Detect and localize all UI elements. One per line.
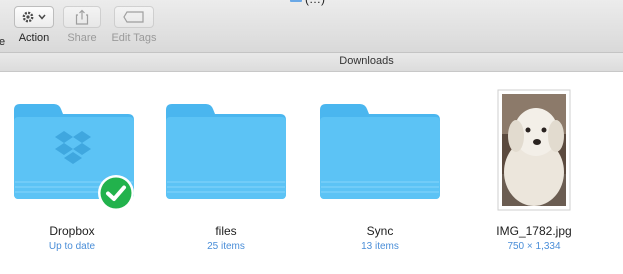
folder-title-icon <box>290 0 302 2</box>
file-subtitle: Up to date <box>48 241 96 252</box>
action-toolbar-item[interactable]: Action <box>13 6 55 44</box>
edit-tags-label: Edit Tags <box>111 32 157 44</box>
gear-icon <box>22 11 46 23</box>
share-toolbar-item[interactable]: Share <box>62 6 102 44</box>
file-subtitle: 750 × 1,334 <box>507 241 561 252</box>
file-item-files[interactable]: files 25 items <box>156 84 296 252</box>
file-name: Dropbox <box>49 224 95 238</box>
file-subtitle: 13 items <box>361 241 399 252</box>
file-name: IMG_1782.jpg <box>496 224 572 238</box>
file-item-img-1782[interactable]: IMG_1782.jpg 750 × 1,334 <box>464 84 604 252</box>
share-icon <box>75 9 89 25</box>
finder-toolbar: (…) e Action Share Edit Tags <box>0 0 623 53</box>
synced-check-badge-icon <box>98 175 134 211</box>
window-title: (…) <box>305 0 325 6</box>
folder-icon <box>320 104 440 199</box>
file-subtitle: 25 items <box>207 241 245 252</box>
file-name: files <box>215 224 237 238</box>
tag-icon <box>123 11 144 23</box>
folder-icon <box>166 104 286 199</box>
file-item-dropbox[interactable]: Dropbox Up to date <box>2 84 142 252</box>
share-label: Share <box>67 32 97 44</box>
image-thumbnail <box>497 89 571 211</box>
edit-tags-toolbar-item[interactable]: Edit Tags <box>108 6 160 44</box>
current-folder-title: Downloads <box>339 55 394 67</box>
file-item-sync[interactable]: Sync 13 items <box>310 84 450 252</box>
share-button[interactable] <box>63 6 101 28</box>
path-bar: Downloads <box>0 53 623 72</box>
action-label: Action <box>18 32 50 44</box>
action-button[interactable] <box>14 6 54 28</box>
edit-tags-button[interactable] <box>114 6 154 28</box>
file-name: Sync <box>366 224 394 238</box>
partial-toolbar-label[interactable]: e <box>0 36 5 48</box>
